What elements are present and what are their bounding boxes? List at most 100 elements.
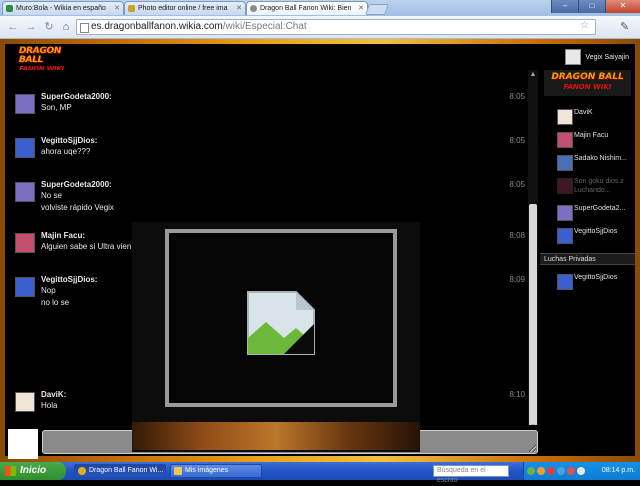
sidebar-logo-line1: DRAGON BALL [551, 72, 624, 82]
volume-icon[interactable] [557, 467, 565, 475]
private-chat-name: VegittoSjjDios [574, 274, 618, 281]
current-user-badge[interactable]: Vegix Saiyajin [565, 49, 629, 65]
wrench-menu-icon[interactable]: ✎ [620, 20, 629, 33]
tab-close-icon[interactable]: ✕ [236, 2, 242, 15]
page-icon [80, 23, 89, 33]
taskbar-item-label: Mis imágenes [185, 467, 229, 474]
taskbar-item-my-pictures[interactable]: Mis imágenes [170, 464, 262, 478]
scrollbar-thumb[interactable] [529, 204, 537, 428]
message-username[interactable]: DaviK: [41, 390, 66, 399]
reload-icon[interactable]: ↻ [42, 20, 56, 34]
sidebar-wiki-logo[interactable]: DRAGON BALL FANON WIKI [544, 70, 631, 96]
my-avatar [8, 429, 38, 459]
system-tray: 08:14 p.m. [523, 462, 640, 480]
user-list-item[interactable]: VegittoSjjDios [557, 227, 635, 245]
user-list-name: Son goku dios z Luchando... [574, 178, 624, 194]
back-arrow-icon[interactable]: ← [6, 20, 20, 34]
message-username[interactable]: SuperGodeta2000: [41, 92, 112, 101]
wikia-favicon-icon [6, 5, 13, 12]
message-text: ahora uqe??? [41, 147, 91, 156]
message-username[interactable]: SuperGodeta2000: [41, 180, 112, 189]
user-list-item[interactable]: DaviK [557, 108, 635, 126]
private-chats-header: Luchas Privadas [540, 253, 635, 265]
avatar[interactable] [15, 182, 35, 202]
tab-close-icon[interactable]: ✕ [358, 2, 364, 15]
start-label: Inicio [20, 465, 47, 476]
avatar[interactable] [15, 138, 35, 158]
browser-tab-muro[interactable]: Muro:Bola - Wikia en españo ✕ [2, 1, 124, 15]
avatar [557, 109, 573, 125]
tray-app-icon[interactable] [537, 467, 545, 475]
user-list-item[interactable]: SuperGodeta2... [557, 204, 635, 222]
chrome-icon [78, 467, 86, 475]
chat-scrollbar[interactable]: ▲ ▼ [528, 70, 538, 432]
loading-favicon-icon [250, 5, 257, 12]
tray-misc-icon[interactable] [577, 467, 585, 475]
avatar[interactable] [15, 392, 35, 412]
chat-header: DRAGON BALL FANON WIKI Vegix Saiyajin [5, 44, 635, 74]
home-icon[interactable]: ⌂ [59, 20, 73, 34]
browser-toolbar: ← → ↻ ⌂ es.dragonballfanon.wikia.com/wik… [0, 16, 640, 39]
browser-tabstrip: Muro:Bola - Wikia en españo ✕ Photo edit… [0, 0, 640, 16]
tab-close-icon[interactable]: ✕ [114, 2, 120, 15]
security-icon[interactable] [547, 467, 555, 475]
close-window-button[interactable]: ✕ [605, 0, 640, 13]
browser-tab-dragonball-fanon[interactable]: Dragon Ball Fanon Wiki: Bien ✕ [246, 1, 368, 15]
avatar [557, 205, 573, 221]
chat-user-list: DRAGON BALL FANON WIKI DaviK Majin Facu … [540, 70, 635, 425]
message-text: volviste rápido Vegix [41, 203, 114, 212]
forward-arrow-icon[interactable]: → [24, 20, 38, 34]
browser-tab-photo-editor[interactable]: Photo editor online / free ima ✕ [124, 1, 246, 15]
dragonball-fanon-logo[interactable]: DRAGON BALL FANON WIKI [19, 47, 79, 74]
antivirus-icon[interactable] [567, 467, 575, 475]
message-text: Son, MP [41, 103, 72, 112]
pencil-favicon-icon [128, 5, 135, 12]
windows-taskbar: Inicio Dragon Ball Fanon Wi... Mis imáge… [0, 462, 640, 484]
user-list-name: Majin Facu [574, 132, 609, 139]
user-list-item-idle[interactable]: Son goku dios z Luchando... [557, 177, 635, 197]
message-timestamp: 8:09 [509, 275, 525, 284]
message-text: Hola [41, 401, 58, 410]
avatar [557, 274, 573, 290]
page-background: DRAGON BALL FANON WIKI Vegix Saiyajin Su… [0, 39, 640, 462]
tab-title: Dragon Ball Fanon Wiki: Bien [260, 5, 352, 12]
broken-image-overlay [132, 222, 420, 452]
start-button[interactable]: Inicio [0, 462, 66, 480]
avatar[interactable] [15, 94, 35, 114]
message-text: Nop [41, 286, 56, 295]
message-timestamp: 8:05 [509, 180, 525, 189]
user-list-name: DaviK [574, 109, 593, 116]
avatar[interactable] [15, 233, 35, 253]
network-icon[interactable] [527, 467, 535, 475]
broken-image-icon [247, 291, 315, 355]
overlay-blurred-strip [132, 422, 420, 450]
user-list-name: SuperGodeta2... [574, 205, 626, 212]
scroll-up-arrow-icon[interactable]: ▲ [528, 70, 538, 80]
private-chat-item[interactable]: VegittoSjjDios [557, 273, 635, 291]
user-list-name: Sadako Nishim... [574, 155, 627, 162]
message-text: no lo se [41, 298, 70, 307]
avatar [557, 178, 573, 194]
message-username[interactable]: VegittoSjjDios: [41, 275, 97, 284]
minimize-button[interactable]: – [551, 0, 578, 13]
tab-title: Muro:Bola - Wikia en españo [16, 5, 106, 12]
new-tab-button[interactable] [364, 4, 390, 15]
current-user-avatar [565, 49, 582, 65]
window-buttons: – □ ✕ [551, 0, 640, 14]
user-list-item[interactable]: Sadako Nishim... [557, 154, 635, 172]
system-clock[interactable]: 08:14 p.m. [602, 462, 635, 480]
desktop-search-input[interactable]: Búsqueda en el escrito [433, 465, 509, 484]
message-text: No se [41, 191, 62, 200]
sidebar-logo-line2: FANON WIKI [563, 83, 612, 91]
avatar[interactable] [15, 277, 35, 297]
bookmark-star-icon[interactable]: ☆ [580, 20, 589, 31]
user-list-item[interactable]: Majin Facu [557, 131, 635, 149]
maximize-button[interactable]: □ [578, 0, 605, 13]
message-timestamp: 8:05 [509, 92, 525, 101]
current-user-name: Vegix Saiyajin [585, 53, 629, 61]
message-username[interactable]: VegittoSjjDios: [41, 136, 97, 145]
message-username[interactable]: Majin Facu: [41, 231, 85, 240]
taskbar-item-browser[interactable]: Dragon Ball Fanon Wi... [74, 464, 166, 478]
chat-message: VegittoSjjDios: ahora uqe??? 8:05 [15, 136, 525, 176]
address-bar-input[interactable]: es.dragonballfanon.wikia.com/wiki/Especi… [76, 19, 596, 35]
